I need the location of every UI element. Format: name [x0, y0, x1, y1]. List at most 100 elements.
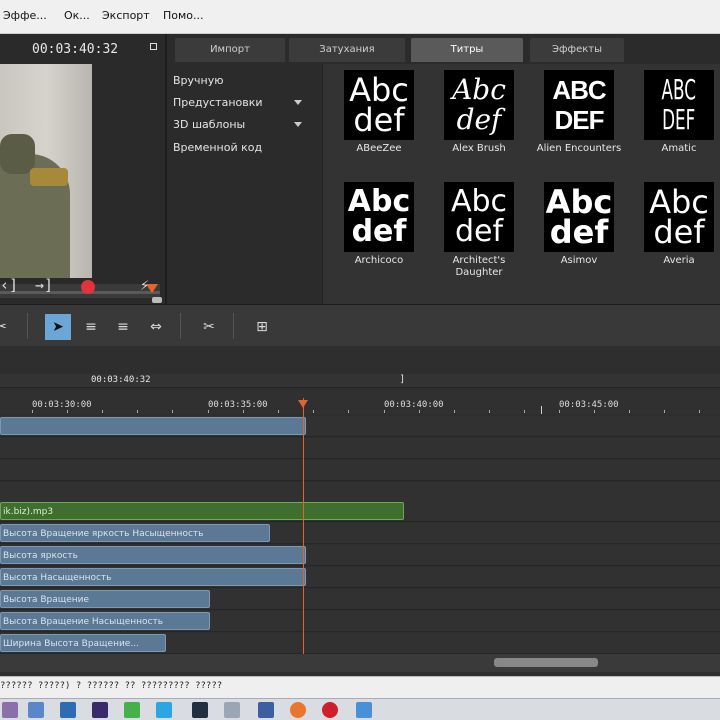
track-row[interactable] [0, 416, 720, 437]
track-row[interactable]: Высота Насыщенность [0, 567, 720, 588]
title-tile[interactable]: Abc def Architect's Daughter [429, 182, 529, 279]
title-tile[interactable]: Abc def Asimov [529, 182, 629, 267]
title-tile[interactable]: ABC DEF Amatic [629, 70, 720, 155]
track-row[interactable]: Высота Вращение яркость Насыщенность [0, 523, 720, 544]
effect-clip[interactable]: Высота яркость [0, 546, 306, 564]
title-tile[interactable]: Abc def Alex Brush [429, 70, 529, 155]
ruler-label: 00:03:30:00 [32, 400, 92, 410]
titles-sidebar: Вручную Предустановки 3D шаблоны Временн… [171, 64, 321, 300]
sidebar-item-3d-templates[interactable]: 3D шаблоны [173, 118, 245, 131]
title-preview-thumbnail: ABC DEF [544, 70, 614, 140]
preview-timecode: 00:03:40:32 [32, 42, 119, 57]
tab-effects[interactable]: Эффекты [530, 38, 624, 62]
taskbar-app-icon[interactable] [2, 702, 18, 718]
track-row[interactable] [0, 460, 720, 481]
title-name: Alex Brush [452, 143, 506, 154]
title-name: Architect's Daughter [452, 255, 506, 278]
flash-icon[interactable]: ⚡ [140, 276, 149, 294]
menu-export[interactable]: Экспорт [102, 9, 150, 22]
title-preview-thumbnail: ABC DEF [644, 70, 714, 140]
track-row[interactable] [0, 438, 720, 459]
taskbar-app-icon[interactable] [28, 702, 44, 718]
effect-clip[interactable]: Высота Вращение [0, 590, 210, 608]
firefox-icon[interactable] [290, 702, 306, 718]
tab-titles[interactable]: Титры [411, 38, 523, 62]
titles-grid: Abc def ABeeZee Abc def Alex Brush ABC D… [322, 64, 720, 334]
timeline-position-bar[interactable]: 00:03:40:32 ] [0, 374, 720, 388]
ruler-label: 00:03:35:00 [208, 400, 268, 410]
floppy-icon[interactable] [258, 702, 274, 718]
status-text: ?????? ?????) ? ?????? ?? ????????? ????… [0, 681, 223, 691]
title-tile[interactable]: Abc def ABeeZee [329, 70, 429, 155]
timeline: 00:03:40:32 ] 00:03:30:00 00:03:35:00 00… [0, 346, 720, 676]
scissors-icon[interactable]: ✂ [0, 314, 14, 340]
effect-clip[interactable]: Высота Вращение яркость Насыщенность [0, 524, 270, 542]
menu-effects[interactable]: Эффе... [3, 9, 47, 22]
menu-bar: Эффе... Ок... Экспорт Помо... [0, 0, 720, 34]
title-name: Averia [663, 255, 695, 266]
video-frame [0, 64, 92, 278]
out-marker[interactable]: ] [400, 374, 404, 385]
prev-marker-button[interactable]: ‹] [0, 276, 18, 294]
timeline-scrollbar[interactable] [0, 654, 720, 672]
title-name: Archicoco [354, 255, 404, 266]
record-button[interactable] [81, 280, 95, 294]
taskbar-app-icon[interactable] [192, 702, 208, 718]
effect-clip[interactable]: Высота Насыщенность [0, 568, 306, 586]
cut-icon[interactable]: ✂ [196, 314, 222, 340]
media-tabs: Импорт Затухания Титры Эффекты [167, 38, 720, 62]
sidebar-item-manual[interactable]: Вручную [173, 74, 224, 87]
status-bar: ?????? ?????) ? ?????? ?? ????????? ????… [0, 676, 720, 698]
video-clip[interactable] [0, 417, 306, 435]
taskbar-app-icon[interactable] [124, 702, 140, 718]
title-name: Amatic [661, 143, 697, 154]
audio-clip[interactable]: ik.biz).mp3 [0, 502, 404, 520]
opera-icon[interactable] [322, 702, 338, 718]
title-preview-thumbnail: Abc def [644, 182, 714, 252]
multi-track-tool-icon[interactable]: ≡ [110, 314, 136, 340]
effect-clip[interactable]: Высота Вращение Насыщенность [0, 612, 210, 630]
track-row[interactable]: Высота яркость [0, 545, 720, 566]
media-pool-panel: Импорт Затухания Титры Эффекты Вручную П… [165, 34, 720, 334]
sidebar-item-presets[interactable]: Предустановки [173, 96, 263, 109]
track-row[interactable]: Высота Вращение Насыщенность [0, 611, 720, 632]
title-preview-thumbnail: Abc def [544, 182, 614, 252]
app-window: Эффе... Ок... Экспорт Помо... 00:03:40:3… [0, 0, 720, 720]
taskbar [0, 698, 720, 720]
title-preview-thumbnail: Abc def [344, 182, 414, 252]
sidebar-item-timecode[interactable]: Временной код [173, 141, 262, 154]
chevron-down-icon[interactable] [294, 100, 302, 105]
ripple-tool-icon[interactable]: ≡ [78, 314, 104, 340]
track-row[interactable]: Высота Вращение [0, 589, 720, 610]
timeline-timecode: 00:03:40:32 [91, 375, 151, 385]
stretch-tool-icon[interactable]: ⇔ [143, 314, 169, 340]
title-name: ABeeZee [356, 143, 402, 154]
title-tile[interactable]: Abc def Archicoco [329, 182, 429, 267]
title-name: Asimov [560, 255, 598, 266]
mouse-pointer-tool-icon[interactable]: ➤ [45, 314, 71, 340]
taskbar-app-icon[interactable] [156, 702, 172, 718]
transport-controls: ‹] →] ⚡ [0, 272, 165, 302]
effect-clip[interactable]: Ширина Высота Вращение... [0, 634, 166, 652]
playhead[interactable] [303, 398, 304, 656]
taskbar-app-icon[interactable] [60, 702, 76, 718]
track-row[interactable] [0, 482, 720, 503]
next-marker-button[interactable]: →] [35, 276, 53, 294]
playhead-handle-icon[interactable] [298, 400, 308, 408]
title-tile[interactable]: ABC DEF Alien Encounters [529, 70, 629, 155]
ruler-label: 00:03:45:00 [559, 400, 619, 410]
menu-help[interactable]: Помо... [163, 9, 204, 22]
menu-window[interactable]: Ок... [64, 9, 90, 22]
taskbar-app-icon[interactable] [356, 702, 372, 718]
track-row[interactable]: Ширина Высота Вращение... [0, 633, 720, 654]
timeline-scrollbar-thumb[interactable] [494, 658, 598, 667]
taskbar-app-icon[interactable] [92, 702, 108, 718]
maximize-icon[interactable] [150, 43, 157, 50]
tab-import[interactable]: Импорт [175, 38, 285, 62]
taskbar-app-icon[interactable] [224, 702, 240, 718]
title-tile[interactable]: Abc def Averia [629, 182, 720, 267]
tab-fades[interactable]: Затухания [289, 38, 405, 62]
track-row[interactable]: ik.biz).mp3 [0, 501, 720, 522]
chevron-down-icon[interactable] [294, 122, 302, 127]
insert-icon[interactable]: ⊞ [249, 314, 275, 340]
